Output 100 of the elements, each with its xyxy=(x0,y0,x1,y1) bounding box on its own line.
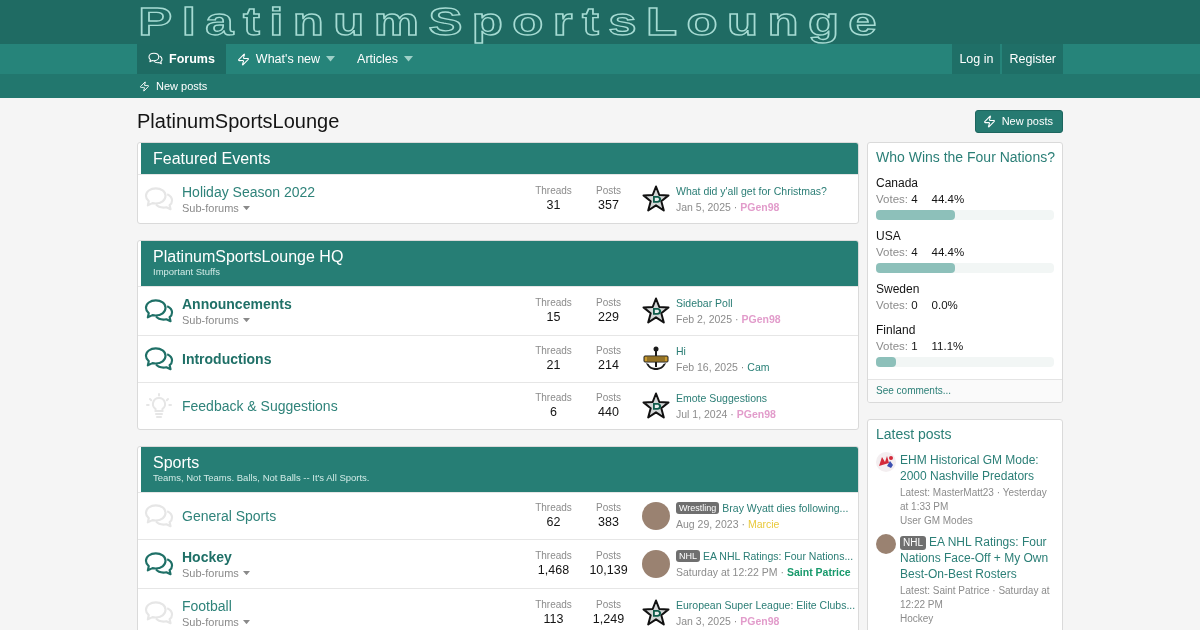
account-link[interactable]: Log in xyxy=(952,44,1001,74)
category-title[interactable]: Featured Events xyxy=(153,150,846,167)
sub-forums-toggle[interactable]: Sub-forums xyxy=(182,615,250,629)
vote-count: Votes: 4 xyxy=(876,192,918,207)
caret-icon xyxy=(242,205,250,211)
poll-title: Who Wins the Four Nations? xyxy=(876,149,1054,165)
forum-title[interactable]: Feedback & Suggestions xyxy=(182,397,338,415)
chat-bubbles-icon xyxy=(148,52,163,66)
latest-post-meta: Latest: MasterMatt23 · Yesterday at 1:33 PM xyxy=(900,486,1048,514)
avatar-placeholder xyxy=(876,534,896,554)
page-title: PlatinumSportsLounge xyxy=(137,109,340,133)
category-title[interactable]: Sports xyxy=(153,454,846,471)
nav-tab[interactable]: Forums xyxy=(137,44,226,74)
stat-label: Posts xyxy=(596,549,621,562)
stat-label: Threads xyxy=(535,501,572,514)
stat-value: 6 xyxy=(550,404,557,421)
stat-label: Threads xyxy=(535,598,572,611)
post-date: Jan 5, 2025 · xyxy=(676,200,738,214)
nav-tab[interactable]: What's new xyxy=(225,44,347,74)
post-date: Saturday at 12:22 PM · xyxy=(676,565,784,579)
stat-value: 1,249 xyxy=(592,611,625,628)
vote-count: Votes: 0 xyxy=(876,298,918,313)
new-posts-button[interactable]: New posts xyxy=(974,109,1063,133)
logo-avatar-icon xyxy=(876,452,896,472)
stat-label: Posts xyxy=(596,598,621,611)
stat-label: Threads xyxy=(535,296,572,309)
vote-percent: 44.4% xyxy=(931,192,965,207)
category-title[interactable]: PlatinumSportsLounge HQ xyxy=(153,248,846,265)
star-logo-icon xyxy=(642,392,670,420)
sub-forums-toggle[interactable]: Sub-forums xyxy=(182,566,250,580)
forum-title[interactable]: General Sports xyxy=(182,507,277,525)
lightning-bolt-icon xyxy=(982,114,996,128)
stat-label: Threads xyxy=(535,184,572,197)
stat-value: 214 xyxy=(598,357,619,374)
latest-posts-title: Latest posts xyxy=(876,426,953,442)
thread-prefix-label: Wrestling xyxy=(676,502,720,514)
sub-forums-toggle[interactable]: Sub-forums xyxy=(182,313,250,327)
vote-count: Votes: 1 xyxy=(876,339,918,354)
category-description: Teams, Not Teams. Balls, Not Balls -- It's All Sports. xyxy=(153,471,371,485)
stat-label: Posts xyxy=(596,184,621,197)
stat-label: Posts xyxy=(596,344,621,357)
anchor-badge-icon xyxy=(642,345,670,373)
latest-thread-link[interactable]: NHL EA NHL Ratings: Four Nations Face-Off + My Own Best-On-Best Rosters xyxy=(900,534,1054,582)
username-link[interactable]: Saint Patrice xyxy=(787,565,851,579)
stat-value: 383 xyxy=(598,514,619,531)
stat-label: Posts xyxy=(596,391,621,404)
forum-title[interactable]: Announcements xyxy=(182,295,292,313)
post-date: Feb 2, 2025 · xyxy=(676,312,739,326)
forum-link[interactable]: User GM Modes xyxy=(900,514,973,528)
latest-thread-link[interactable]: European Super League: Elite Clubs... xyxy=(676,598,856,612)
latest-thread-link[interactable]: Sidebar Poll xyxy=(676,296,733,310)
sub-nav-link[interactable]: New posts xyxy=(137,80,208,92)
latest-thread-link[interactable]: Hi xyxy=(676,344,686,358)
see-comments-link[interactable]: See comments... xyxy=(868,379,1062,402)
stat-label: Posts xyxy=(596,296,621,309)
forum-title[interactable]: Football xyxy=(182,597,232,615)
stat-value: 440 xyxy=(598,404,619,421)
latest-post-meta: Latest: Saint Patrice · Saturday at 12:22 PM xyxy=(900,584,1051,612)
stat-label: Threads xyxy=(535,391,572,404)
forum-link[interactable]: Hockey xyxy=(900,612,934,626)
post-date: Jan 3, 2025 · xyxy=(676,614,738,628)
stat-value: 357 xyxy=(598,197,619,214)
latest-thread-link[interactable]: Emote Suggestions xyxy=(676,391,768,405)
lightning-bolt-icon xyxy=(236,52,250,66)
vote-percent: 11.1% xyxy=(931,339,964,354)
avatar-placeholder xyxy=(642,502,670,530)
latest-thread-link[interactable]: Bray Wyatt dies following... xyxy=(722,501,849,515)
vote-count: Votes: 4 xyxy=(876,245,918,260)
star-logo-icon xyxy=(642,599,670,627)
latest-thread-link[interactable]: EA NHL Ratings: Four Nations... xyxy=(703,549,854,563)
poll-option-name: USA xyxy=(876,228,901,244)
sub-forums-toggle[interactable]: Sub-forums xyxy=(182,201,250,215)
post-date: Jul 1, 2024 · xyxy=(676,407,734,421)
caret-icon xyxy=(242,570,250,576)
account-link[interactable]: Register xyxy=(1002,44,1063,74)
post-date: Feb 16, 2025 · xyxy=(676,360,745,374)
stat-value: 229 xyxy=(598,309,619,326)
username-link[interactable]: Cam xyxy=(747,360,770,374)
poll-option-name: Sweden xyxy=(876,281,920,297)
stat-label: Threads xyxy=(535,549,572,562)
forum-title[interactable]: Holiday Season 2022 xyxy=(182,183,316,201)
nav-tab[interactable]: Articles xyxy=(346,44,425,74)
latest-thread-link[interactable]: What did y'all get for Christmas? xyxy=(676,184,827,198)
lightning-bolt-icon xyxy=(139,80,150,92)
stat-value: 31 xyxy=(546,197,561,214)
stat-value: 62 xyxy=(546,514,561,531)
forum-title[interactable]: Introductions xyxy=(182,350,272,368)
star-logo-icon xyxy=(642,297,670,325)
stat-label: Threads xyxy=(535,344,572,357)
forum-title[interactable]: Hockey xyxy=(182,548,232,566)
thread-prefix-label: NHL xyxy=(676,550,700,562)
caret-icon xyxy=(242,317,250,323)
star-logo-icon xyxy=(642,185,670,213)
latest-thread-link[interactable]: EHM Historical GM Mode: 2000 Nashville Predators xyxy=(900,452,1054,484)
post-date: Aug 29, 2023 · xyxy=(676,517,745,531)
stat-label: Posts xyxy=(596,501,621,514)
caret-icon xyxy=(242,619,250,625)
stat-value: 10,139 xyxy=(589,562,628,579)
thread-prefix-label: NHL xyxy=(900,536,926,550)
poll-option-name: Finland xyxy=(876,322,916,338)
